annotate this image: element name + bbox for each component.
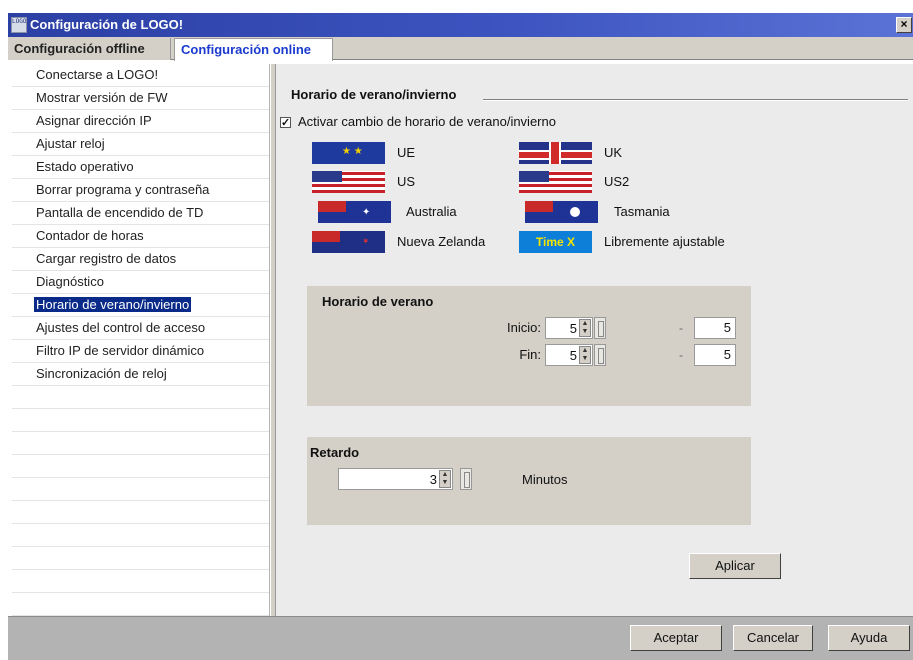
fin-value: 5 — [569, 348, 577, 363]
fin-label: Fin: — [519, 347, 541, 362]
help-button[interactable]: Ayuda — [828, 625, 910, 651]
sidebar-item-clock-sync[interactable]: Sincronización de reloj — [12, 363, 269, 386]
region-label-us: US — [397, 174, 416, 189]
new-zealand-flag-icon[interactable]: ✶ — [312, 231, 385, 253]
tab-online-config[interactable]: Configuración online — [174, 38, 333, 61]
region-label-free: Libremente ajustable — [604, 234, 725, 249]
dst-checkbox[interactable]: ✓ — [280, 117, 291, 129]
sidebar-item-td-screen[interactable]: Pantalla de encendido de TD — [12, 202, 269, 225]
sidebar-item-label: Mostrar versión de FW — [36, 90, 168, 105]
sidebar-item-connect[interactable]: Conectarse a LOGO! — [12, 64, 269, 87]
sidebar-item-label: Sincronización de reloj — [36, 366, 167, 381]
eu-flag-icon[interactable]: ★ ★ — [312, 142, 385, 164]
close-button[interactable]: × — [896, 17, 912, 33]
sidebar-item-data-log[interactable]: Cargar registro de datos — [12, 248, 269, 271]
dst-checkbox-label: Activar cambio de horario de verano/invi… — [298, 114, 556, 129]
inicio-end-field[interactable]: 5 — [694, 317, 736, 339]
sidebar-item-label: Ajustes del control de acceso — [36, 320, 206, 335]
accept-button[interactable]: Aceptar — [630, 625, 722, 651]
logo-app-icon: LOGO — [11, 17, 27, 33]
delay-value: 3 — [429, 472, 437, 487]
section-title: Horario de verano/invierno — [291, 87, 457, 102]
sidebar-item-label: Borrar programa y contraseña — [36, 182, 210, 197]
sidebar-empty-row — [12, 501, 269, 524]
section-divider — [483, 99, 908, 101]
region-label-us2: US2 — [604, 174, 630, 189]
sidebar-item-clear-program[interactable]: Borrar programa y contraseña — [12, 179, 269, 202]
fin-spinbox[interactable]: 5 ▲ ▼ — [545, 344, 593, 366]
sidebar-item-ip-filter[interactable]: Filtro IP de servidor dinámico — [12, 340, 269, 363]
sidebar-item-access-control[interactable]: Ajustes del control de acceso — [12, 317, 269, 340]
fin-separator: - — [679, 348, 683, 362]
spin-arrows-icon[interactable]: ▲ ▼ — [579, 319, 591, 337]
us-flag-icon[interactable] — [312, 171, 385, 193]
delay-spinbox[interactable]: 3 ▲ ▼ — [338, 468, 453, 490]
sidebar-item-label: Ajustar reloj — [36, 136, 105, 151]
inicio-slider-handle[interactable] — [594, 317, 606, 339]
sidebar-item-label: Contador de horas — [36, 228, 144, 243]
sidebar-empty-row — [12, 524, 269, 547]
region-label-tasmania: Tasmania — [614, 204, 670, 219]
region-label-nz: Nueva Zelanda — [397, 234, 486, 249]
delay-panel: Retardo 3 ▲ ▼ Minutos — [307, 437, 751, 525]
sidebar-item-label: Pantalla de encendido de TD — [36, 205, 204, 220]
summer-time-title: Horario de verano — [322, 294, 434, 309]
us2-flag-icon[interactable] — [519, 171, 592, 193]
fin-end-field[interactable]: 5 — [694, 344, 736, 366]
cancel-button[interactable]: Cancelar — [733, 625, 813, 651]
sidebar-item-clock[interactable]: Ajustar reloj — [12, 133, 269, 156]
sidebar: Conectarse a LOGO! Mostrar versión de FW… — [12, 64, 270, 616]
sidebar-empty-row — [12, 593, 269, 616]
sidebar-empty-row — [12, 478, 269, 501]
sidebar-empty-row — [12, 455, 269, 478]
time-x-icon[interactable]: Time X — [519, 231, 592, 253]
inicio-separator: - — [679, 321, 683, 335]
delay-slider-handle[interactable] — [460, 468, 472, 490]
dialog-footer: Aceptar Cancelar Ayuda — [8, 616, 913, 660]
sidebar-item-label: Filtro IP de servidor dinámico — [36, 343, 205, 358]
region-label-uk: UK — [604, 145, 623, 160]
sidebar-item-hour-counter[interactable]: Contador de horas — [12, 225, 269, 248]
sidebar-item-diagnostics[interactable]: Diagnóstico — [12, 271, 269, 294]
window-title: Configuración de LOGO! — [30, 17, 184, 32]
sidebar-item-dst[interactable]: Horario de verano/invierno — [12, 294, 269, 317]
main-panel: Horario de verano/invierno ✓ Activar cam… — [276, 64, 913, 616]
sidebar-item-label: Conectarse a LOGO! — [36, 67, 159, 82]
title-bar: LOGO Configuración de LOGO! × — [8, 13, 913, 37]
sidebar-empty-row — [12, 432, 269, 455]
delay-title: Retardo — [310, 445, 360, 460]
region-label-australia: Australia — [406, 204, 457, 219]
sidebar-item-label: Horario de verano/invierno — [34, 297, 192, 312]
delay-unit-label: Minutos — [522, 472, 568, 487]
sidebar-empty-row — [12, 409, 269, 432]
inicio-spinbox[interactable]: 5 ▲ ▼ — [545, 317, 593, 339]
fin-slider-handle[interactable] — [594, 344, 606, 366]
sidebar-item-operating-state[interactable]: Estado operativo — [12, 156, 269, 179]
region-label-ue: UE — [397, 145, 416, 160]
sidebar-item-label: Asignar dirección IP — [36, 113, 152, 128]
sidebar-empty-row — [12, 547, 269, 570]
inicio-label: Inicio: — [507, 320, 541, 335]
summer-time-panel: Horario de verano Inicio: 5 ▲ ▼ - 5 Fin: … — [307, 286, 751, 406]
uk-flag-icon[interactable] — [519, 142, 592, 164]
tasmania-flag-icon[interactable] — [525, 201, 598, 223]
sidebar-empty-row — [12, 570, 269, 593]
spin-arrows-icon[interactable]: ▲ ▼ — [579, 346, 591, 364]
sidebar-item-ip-address[interactable]: Asignar dirección IP — [12, 110, 269, 133]
sidebar-item-label: Cargar registro de datos — [36, 251, 177, 266]
sidebar-item-label: Estado operativo — [36, 159, 134, 174]
tab-strip: Configuración offline Configuración onli… — [8, 37, 913, 61]
spin-arrows-icon[interactable]: ▲ ▼ — [439, 470, 451, 488]
sidebar-item-fw-version[interactable]: Mostrar versión de FW — [12, 87, 269, 110]
australia-flag-icon[interactable]: ✦ — [318, 201, 391, 223]
apply-button[interactable]: Aplicar — [689, 553, 781, 579]
tab-offline-config[interactable]: Configuración offline — [8, 38, 171, 60]
sidebar-empty-row — [12, 386, 269, 409]
inicio-value: 5 — [569, 321, 577, 336]
sidebar-item-label: Diagnóstico — [36, 274, 104, 289]
